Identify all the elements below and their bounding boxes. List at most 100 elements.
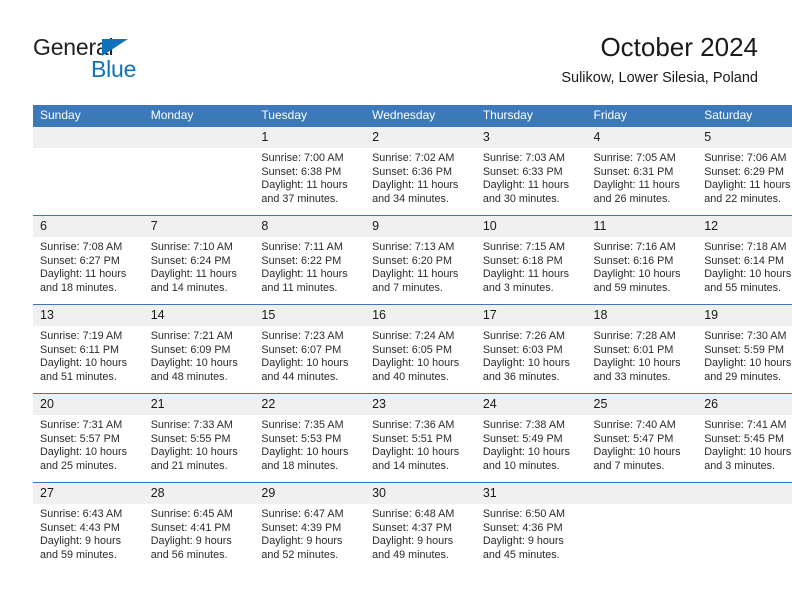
day-sun-info-line: Daylight: 10 hours: [593, 268, 681, 281]
day-sun-info: Sunrise: 7:24 AM Sunset: 6:05 PM Daylight:…: [365, 326, 476, 384]
day-sun-info-line: Daylight: 10 hours: [704, 357, 792, 370]
day-sun-info: Sunrise: 7:18 AM Sunset: 6:14 PM Daylight:…: [697, 237, 792, 295]
day-sun-info: Sunrise: 7:15 AM Sunset: 6:18 PM Daylight:…: [476, 237, 587, 295]
day-cell[interactable]: 4 Sunrise: 7:05 AM Sunset: 6:31 PM Daylight…: [586, 127, 698, 216]
day-sun-info-line: Sunrise: 7:10 AM: [150, 241, 233, 254]
calendar-table: Sunday Monday Tuesday Wednesday Thursday Frid…: [33, 105, 792, 572]
day-number: 16: [365, 305, 476, 327]
day-cell[interactable]: 7 Sunrise: 7:10 AM Sunset: 6:24 PM Daylight…: [143, 215, 255, 305]
day-number: 30: [365, 483, 476, 505]
day-number: 25: [586, 394, 698, 416]
day-number: 7: [143, 216, 255, 238]
day-cell[interactable]: 3 Sunrise: 7:03 AM Sunset: 6:33 PM Daylight…: [475, 127, 587, 216]
day-cell[interactable]: 31 Sunrise: 6:50 AM Sunset: 4:36 PM Dayligh…: [475, 482, 587, 572]
day-cell[interactable]: 21 Sunrise: 7:33 AM Sunset: 5:55 PM Dayligh…: [143, 393, 255, 483]
day-cell[interactable]: 5 Sunrise: 7:06 AM Sunset: 6:29 PM Daylight…: [697, 127, 792, 216]
weekday-header-wednesday: Wednesday: [365, 105, 476, 128]
day-cell[interactable]: 9 Sunrise: 7:13 AM Sunset: 6:20 PM Daylight…: [365, 215, 476, 305]
day-cell[interactable]: 10 Sunrise: 7:15 AM Sunset: 6:18 PM Dayligh…: [475, 215, 587, 305]
day-sun-info: Sunrise: 7:23 AM Sunset: 6:07 PM Daylight:…: [254, 326, 365, 384]
day-sun-info-line: Sunrise: 7:13 AM: [372, 241, 455, 254]
day-sun-info-line: Sunrise: 7:26 AM: [482, 330, 566, 343]
day-sun-info-line: Sunrise: 7:36 AM: [372, 419, 455, 432]
day-sun-info-line: Daylight: 10 hours: [150, 446, 238, 459]
day-sun-info: Sunrise: 7:26 AM Sunset: 6:03 PM Daylight:…: [476, 326, 587, 384]
day-sun-info: Sunrise: 7:30 AM Sunset: 5:59 PM Daylight:…: [697, 326, 792, 384]
day-sun-info-line: Daylight: 11 hours: [40, 268, 127, 281]
day-cell-empty: [697, 482, 792, 572]
day-sun-info-line: Sunset: 5:49 PM: [482, 432, 563, 445]
day-sun-info-line: Sunrise: 7:24 AM: [372, 330, 455, 343]
brand-logo[interactable]: General Blue: [33, 36, 213, 88]
day-sun-info-line: Daylight: 9 hours: [261, 535, 343, 548]
day-sun-info-line: Sunrise: 6:45 AM: [150, 508, 233, 521]
day-number: 5: [697, 127, 792, 149]
day-number: 19: [697, 305, 792, 327]
day-sun-info-line: Sunset: 6:14 PM: [704, 254, 785, 267]
day-cell[interactable]: 16 Sunrise: 7:24 AM Sunset: 6:05 PM Dayligh…: [365, 304, 476, 394]
day-sun-info-line: Sunset: 5:51 PM: [372, 432, 452, 445]
day-cell[interactable]: 17 Sunrise: 7:26 AM Sunset: 6:03 PM Dayligh…: [475, 304, 587, 394]
day-cell[interactable]: 30 Sunrise: 6:48 AM Sunset: 4:37 PM Dayligh…: [365, 482, 476, 572]
day-sun-info-line: Sunrise: 7:06 AM: [704, 152, 787, 165]
day-sun-info-line: Daylight: 11 hours: [261, 268, 348, 281]
day-sun-info-line: Daylight: 10 hours: [704, 446, 792, 459]
day-sun-info-line: Sunrise: 7:35 AM: [261, 419, 344, 432]
day-sun-info-line: and 40 minutes.: [372, 370, 449, 383]
day-cell[interactable]: 22 Sunrise: 7:35 AM Sunset: 5:53 PM Dayligh…: [254, 393, 366, 483]
day-cell[interactable]: 29 Sunrise: 6:47 AM Sunset: 4:39 PM Dayligh…: [254, 482, 366, 572]
day-sun-info-line: Sunrise: 7:40 AM: [593, 419, 676, 432]
day-cell[interactable]: 2 Sunrise: 7:02 AM Sunset: 6:36 PM Daylight…: [365, 127, 476, 216]
day-cell[interactable]: 24 Sunrise: 7:38 AM Sunset: 5:49 PM Dayligh…: [475, 393, 587, 483]
day-sun-info: Sunrise: 7:40 AM Sunset: 5:47 PM Daylight:…: [587, 415, 698, 473]
day-sun-info-line: Sunrise: 6:50 AM: [482, 508, 566, 521]
day-sun-info-line: Sunset: 5:55 PM: [150, 432, 231, 445]
day-cell[interactable]: 6 Sunrise: 7:08 AM Sunset: 6:27 PM Daylight…: [33, 215, 144, 305]
day-sun-info-line: Sunset: 5:47 PM: [593, 432, 674, 445]
page-title: October 2024: [600, 32, 758, 62]
day-cell[interactable]: 8 Sunrise: 7:11 AM Sunset: 6:22 PM Daylight…: [254, 215, 366, 305]
day-cell[interactable]: 26 Sunrise: 7:41 AM Sunset: 5:45 PM Dayligh…: [697, 393, 792, 483]
day-cell[interactable]: 14 Sunrise: 7:21 AM Sunset: 6:09 PM Dayligh…: [143, 304, 255, 394]
day-cell[interactable]: 11 Sunrise: 7:16 AM Sunset: 6:16 PM Dayligh…: [586, 215, 698, 305]
day-number: [33, 127, 144, 149]
calendar-grid: Sunday Monday Tuesday Wednesday Thursday Frid…: [33, 105, 792, 572]
day-sun-info-line: Sunset: 6:18 PM: [482, 254, 563, 267]
day-sun-info: Sunrise: 6:48 AM Sunset: 4:37 PM Daylight:…: [365, 504, 476, 562]
day-cell[interactable]: 1 Sunrise: 7:00 AM Sunset: 6:38 PM Daylight…: [254, 127, 366, 216]
day-cell[interactable]: 19 Sunrise: 7:30 AM Sunset: 5:59 PM Dayligh…: [697, 304, 792, 394]
day-sun-info-line: Daylight: 11 hours: [261, 179, 348, 192]
weekday-header-sunday: Sunday: [33, 105, 144, 128]
day-cell[interactable]: 27 Sunrise: 6:43 AM Sunset: 4:43 PM Dayligh…: [33, 482, 144, 572]
day-sun-info-line: Sunset: 6:36 PM: [372, 165, 452, 178]
day-number: 29: [254, 483, 366, 505]
day-sun-info: [587, 504, 698, 508]
day-sun-info-line: Sunrise: 7:21 AM: [150, 330, 233, 343]
day-cell[interactable]: 12 Sunrise: 7:18 AM Sunset: 6:14 PM Dayligh…: [697, 215, 792, 305]
day-sun-info: Sunrise: 7:02 AM Sunset: 6:36 PM Daylight:…: [365, 148, 476, 206]
day-sun-info: Sunrise: 7:00 AM Sunset: 6:38 PM Daylight:…: [254, 148, 365, 206]
day-cell[interactable]: 28 Sunrise: 6:45 AM Sunset: 4:41 PM Dayligh…: [143, 482, 255, 572]
day-sun-info-line: Daylight: 10 hours: [40, 446, 128, 459]
day-number: 10: [475, 216, 587, 238]
weekday-header-row: Sunday Monday Tuesday Wednesday Thursday Frid…: [33, 105, 792, 128]
calendar-weekday-header: Sunday Monday Tuesday Wednesday Thursday Frid…: [33, 105, 792, 128]
day-sun-info: [33, 148, 144, 152]
day-cell[interactable]: 18 Sunrise: 7:28 AM Sunset: 6:01 PM Dayligh…: [586, 304, 698, 394]
day-sun-info-line: and 56 minutes.: [150, 548, 228, 561]
day-sun-info-line: and 34 minutes.: [372, 192, 449, 205]
day-cell[interactable]: 25 Sunrise: 7:40 AM Sunset: 5:47 PM Dayligh…: [586, 393, 698, 483]
day-sun-info-line: Daylight: 9 hours: [40, 535, 122, 548]
day-cell[interactable]: 20 Sunrise: 7:31 AM Sunset: 5:57 PM Dayligh…: [33, 393, 144, 483]
day-cell[interactable]: 23 Sunrise: 7:36 AM Sunset: 5:51 PM Dayligh…: [365, 393, 476, 483]
day-sun-info-line: Sunrise: 6:43 AM: [40, 508, 123, 521]
day-sun-info: [697, 504, 792, 508]
day-sun-info-line: Sunset: 5:45 PM: [704, 432, 785, 445]
day-cell[interactable]: 13 Sunrise: 7:19 AM Sunset: 6:11 PM Dayligh…: [33, 304, 144, 394]
day-sun-info-line: and 7 minutes.: [372, 281, 443, 294]
day-sun-info-line: Sunrise: 7:11 AM: [261, 241, 343, 254]
day-number: 24: [475, 394, 587, 416]
day-sun-info-line: Sunrise: 7:18 AM: [704, 241, 787, 254]
day-cell[interactable]: 15 Sunrise: 7:23 AM Sunset: 6:07 PM Dayligh…: [254, 304, 366, 394]
day-sun-info-line: Daylight: 11 hours: [372, 268, 459, 281]
